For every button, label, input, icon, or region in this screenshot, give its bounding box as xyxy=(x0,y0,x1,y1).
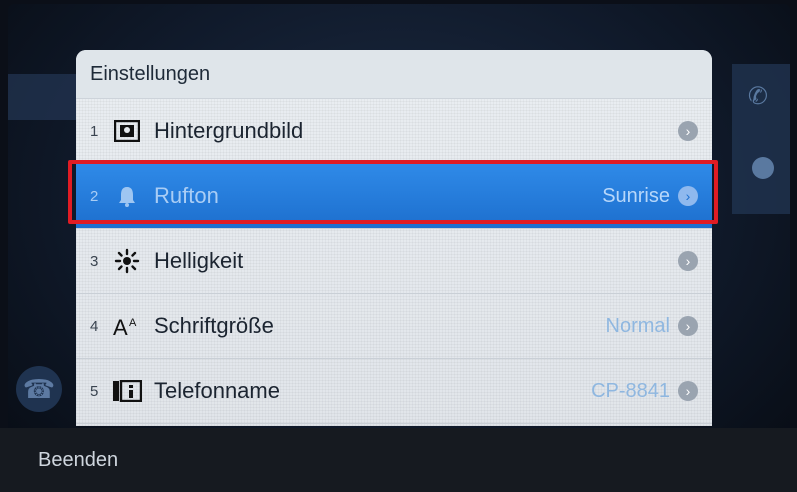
chevron-right-icon: › xyxy=(678,381,698,401)
item-number: 5 xyxy=(90,382,99,400)
item-label: Telefonname xyxy=(154,378,280,403)
item-number: 4 xyxy=(90,317,99,335)
item-label: Schriftgröße xyxy=(154,313,274,338)
svg-text:A: A xyxy=(129,317,137,329)
chevron-right-icon: › xyxy=(678,316,698,336)
background-status-dot xyxy=(752,157,774,179)
panel-title: Einstellungen xyxy=(76,50,712,99)
item-label: Helligkeit xyxy=(154,248,244,273)
item-number: 3 xyxy=(90,252,99,270)
phone-name-icon xyxy=(110,380,144,402)
settings-item-phone-name[interactable]: 5 Telefonname CP-8841 › xyxy=(76,359,712,424)
font-size-icon: AA xyxy=(110,314,144,338)
settings-item-wallpaper[interactable]: 1 Hintergrundbild › xyxy=(76,99,712,164)
selection-highlight-box xyxy=(68,160,718,224)
item-value: Normal xyxy=(605,314,670,337)
chevron-right-icon: › xyxy=(678,121,698,141)
background-phone-icon: ☎ xyxy=(16,366,62,412)
softkey-bar: Beenden xyxy=(0,428,797,492)
exit-softkey[interactable]: Beenden xyxy=(38,449,118,472)
settings-item-brightness[interactable]: 3 Helligkeit › xyxy=(76,229,712,294)
settings-item-font-size[interactable]: 4 AA Schriftgröße Normal › xyxy=(76,294,712,359)
wallpaper-icon xyxy=(110,120,144,142)
background-call-icon: ✆ xyxy=(747,83,768,110)
svg-text:A: A xyxy=(113,315,128,338)
settings-panel: Einstellungen 1 Hintergrundbild › 2 Ruft… xyxy=(76,50,712,426)
chevron-right-icon: › xyxy=(678,251,698,271)
item-number: 1 xyxy=(90,122,99,140)
brightness-icon xyxy=(110,248,144,274)
item-value: CP-8841 xyxy=(591,379,670,402)
item-label: Hintergrundbild xyxy=(154,118,304,143)
